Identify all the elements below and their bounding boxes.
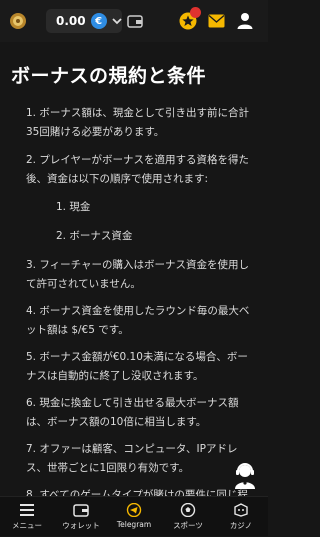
term-line: 35回賭ける必要があります。 — [26, 126, 165, 138]
term-line: 3. フィーチャーの購入はボーナス資金を使用し — [26, 259, 250, 271]
term-1: 1. ボーナス額は、現金として引き出す前に合計 35回賭ける必要があります。 — [26, 104, 262, 142]
menu-icon — [20, 504, 34, 516]
nav-label: Telegram — [116, 520, 152, 529]
nav-label: メニュー — [12, 521, 42, 530]
nav-label: スポーツ — [173, 521, 203, 530]
euro-icon: € — [90, 13, 107, 29]
nav-wallet[interactable]: ウォレット — [54, 497, 108, 537]
logo-icon[interactable] — [9, 12, 27, 30]
casino-icon — [234, 503, 248, 517]
chevron-down-icon — [111, 18, 122, 25]
term-line: て許可されていません。 — [26, 278, 141, 290]
subterm-2: 2. ボーナス資金 — [56, 230, 133, 242]
user-icon[interactable] — [237, 12, 253, 29]
balance-selector[interactable]: 0.00 € — [46, 9, 122, 33]
term-line: 7. オファーは顧客、コンピュータ、IPアドレ — [26, 443, 238, 455]
term-8: 8. すべてのゲームタイプが賭けの要件に同じ程 — [26, 486, 262, 496]
sports-ball-icon — [180, 503, 196, 517]
term-line: ス、世帯ごとに1回限り有効です。 — [26, 462, 190, 474]
page-title: ボーナスの規約と条件 — [11, 65, 207, 87]
subterm-1: 1. 現金 — [56, 201, 91, 213]
nav-menu[interactable]: メニュー — [0, 497, 54, 537]
notification-badge — [190, 7, 201, 18]
term-line: は、ボーナス額の10倍に相当します。 — [26, 416, 207, 428]
term-line: 4. ボーナス資金を使用したラウンド毎の最大ベ — [26, 305, 250, 317]
wallet-icon[interactable] — [127, 13, 143, 29]
term-line: ット額は $/€5 です。 — [26, 324, 129, 336]
wallet-icon — [73, 504, 89, 517]
nav-sports[interactable]: スポーツ — [161, 497, 215, 537]
term-line: 2. プレイヤーがボーナスを適用する資格を得た — [26, 154, 250, 166]
term-7: 7. オファーは顧客、コンピュータ、IPアドレ ス、世帯ごとに1回限り有効です。 — [26, 440, 262, 478]
term-4: 4. ボーナス資金を使用したラウンド毎の最大ベ ット額は $/€5 です。 — [26, 302, 262, 340]
nav-telegram[interactable]: Telegram — [107, 497, 161, 537]
term-line: 8. すべてのゲームタイプが賭けの要件に同じ程 — [26, 489, 248, 496]
term-line: 1. ボーナス額は、現金として引き出す前に合計 — [26, 107, 250, 119]
terms-content[interactable]: ボーナスの規約と条件 1. ボーナス額は、現金として引き出す前に合計 35回賭け… — [0, 42, 268, 496]
term-line: 後、資金は以下の順序で使用されます: — [26, 173, 209, 185]
support-agent-icon[interactable] — [233, 463, 257, 489]
telegram-icon — [126, 503, 142, 517]
term-2: 2. プレイヤーがボーナスを適用する資格を得た 後、資金は以下の順序で使用されま… — [26, 151, 262, 189]
nav-label: ウォレット — [62, 521, 100, 530]
term-line: ナスは自動的に終了し没収されます。 — [26, 370, 204, 382]
term-line: 5. ボーナス金額が€0.10未満になる場合、ボー — [26, 351, 248, 363]
mail-icon[interactable] — [208, 14, 225, 28]
balance-value: 0.00 — [56, 14, 86, 28]
bottom-nav: メニュー ウォレット Telegram スポーツ カジノ — [0, 496, 268, 536]
term-line: 6. 現金に換金して引き出せる最大ボーナス額 — [26, 397, 239, 409]
term-3: 3. フィーチャーの購入はボーナス資金を使用し て許可されていません。 — [26, 256, 262, 294]
top-bar: 0.00 € — [0, 0, 268, 42]
nav-label: カジノ — [229, 521, 253, 530]
nav-casino[interactable]: カジノ — [214, 497, 268, 537]
term-5: 5. ボーナス金額が€0.10未満になる場合、ボー ナスは自動的に終了し没収され… — [26, 348, 262, 386]
term-6: 6. 現金に換金して引き出せる最大ボーナス額 は、ボーナス額の10倍に相当します… — [26, 394, 262, 432]
